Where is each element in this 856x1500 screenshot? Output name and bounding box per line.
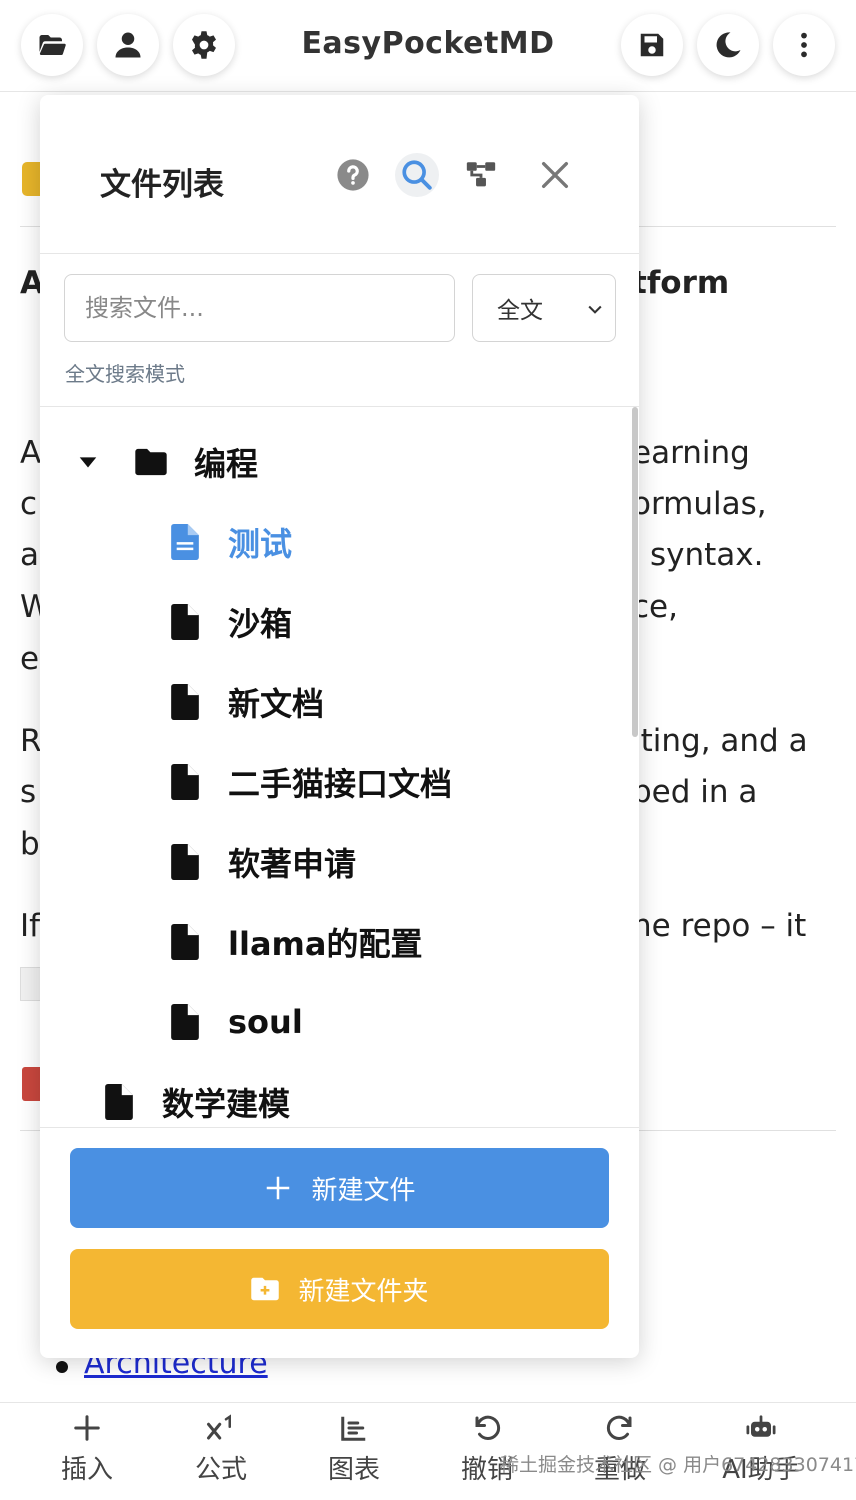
more-vertical-icon [801, 32, 807, 58]
tree-file-ershoumao[interactable]: 二手猫接口文档 [168, 751, 452, 813]
file-icon [168, 842, 202, 882]
formula-icon [207, 1414, 231, 1440]
tree-item-label: soul [228, 1003, 303, 1041]
doc-text: b [20, 826, 40, 862]
file-search-input[interactable] [64, 274, 455, 342]
file-icon [168, 762, 202, 802]
file-icon [168, 522, 202, 562]
doc-text: R [20, 723, 42, 759]
plus-icon [267, 1176, 290, 1200]
doc-text: earning [632, 435, 750, 471]
chart-icon [341, 1416, 366, 1441]
toolbar-label: 插入 [60, 1455, 113, 1485]
help-button[interactable] [331, 153, 375, 197]
new-file-button[interactable]: 新建文件 [70, 1148, 609, 1228]
doc-text: s [20, 774, 37, 810]
tree-file-ruanzhu[interactable]: 软著申请 [168, 831, 356, 893]
search-toggle-button[interactable] [395, 153, 439, 197]
tree-view-button[interactable] [459, 153, 503, 197]
search-icon [402, 160, 432, 190]
tree-icon [466, 162, 496, 187]
gear-icon [192, 31, 216, 59]
doc-text: tform [632, 265, 730, 301]
user-icon [115, 32, 141, 58]
caret-down-icon[interactable] [76, 442, 100, 482]
doc-text: e [20, 641, 40, 677]
app-header: EasyPocketMD [0, 0, 856, 92]
search-mode-value: 全文 [497, 298, 543, 324]
redo-icon [606, 1415, 632, 1440]
tree-item-label: 测试 [228, 525, 293, 563]
formula-button[interactable]: 公式 [166, 1413, 276, 1497]
doc-text: If [20, 908, 41, 944]
folder-plus-icon [251, 1277, 280, 1301]
list-bullet [56, 1361, 68, 1373]
file-icon [168, 682, 202, 722]
folder-icon [134, 442, 168, 482]
settings-button[interactable] [173, 14, 235, 76]
watermark-text: 稀土掘金技术社区 @ 用户674283307417 [500, 1454, 856, 1476]
tree-item-label: 新文档 [228, 685, 325, 723]
file-icon [168, 1002, 202, 1042]
close-icon [541, 161, 569, 189]
file-list-panel: 文件列表 全文 全文搜索模式 编程 测试 沙箱 新文档 [40, 95, 639, 1358]
file-icon [102, 1082, 136, 1122]
doc-text: ped in a [632, 774, 758, 810]
theme-toggle-button[interactable] [697, 14, 759, 76]
tree-scrollbar[interactable] [632, 407, 638, 737]
toolbar-label: 公式 [194, 1455, 247, 1485]
robot-icon [746, 1415, 776, 1437]
divider [40, 253, 639, 254]
doc-text: ne repo – it [632, 908, 807, 944]
new-file-label: 新建文件 [311, 1175, 416, 1206]
help-icon [337, 159, 369, 191]
tree-file-soul[interactable]: soul [168, 991, 303, 1053]
folder-open-icon [39, 35, 66, 55]
tree-file-ceshi[interactable]: 测试 [168, 511, 292, 573]
doc-text: c [20, 486, 38, 522]
moon-icon [716, 32, 741, 58]
user-button[interactable] [97, 14, 159, 76]
doc-text: a [20, 537, 39, 573]
tree-file-shuxuejianmo[interactable]: 数学建模 [102, 1071, 290, 1127]
insert-button[interactable]: 插入 [32, 1413, 142, 1497]
tree-file-llama[interactable]: llama的配置 [168, 911, 422, 973]
save-button[interactable] [621, 14, 683, 76]
file-icon [168, 922, 202, 962]
new-folder-label: 新建文件夹 [298, 1276, 429, 1307]
more-button[interactable] [773, 14, 835, 76]
doc-text: iting, and a [632, 723, 808, 759]
search-mode-select[interactable]: 全文 [472, 274, 616, 342]
undo-icon [475, 1415, 501, 1440]
tree-item-label: 软著申请 [228, 845, 357, 883]
file-icon [168, 602, 202, 642]
tree-item-label: 编程 [194, 445, 259, 483]
tree-item-label: 二手猫接口文档 [228, 765, 453, 803]
new-folder-button[interactable]: 新建文件夹 [70, 1249, 609, 1329]
search-mode-hint: 全文搜索模式 [65, 362, 185, 386]
tree-folder-biancheng[interactable]: 编程 [76, 431, 258, 493]
tree-item-label: llama的配置 [228, 925, 423, 963]
save-icon [640, 33, 664, 57]
tree-item-label: 数学建模 [162, 1085, 291, 1123]
tree-file-xinwendang[interactable]: 新文档 [168, 671, 324, 733]
doc-text: A [20, 435, 42, 471]
tree-file-shaxiang[interactable]: 沙箱 [168, 591, 292, 653]
divider [40, 1127, 639, 1128]
tree-item-label: 沙箱 [228, 605, 293, 643]
file-tree: 编程 测试 沙箱 新文档 二手猫接口文档 软著申请 llama的配置 soul … [40, 407, 639, 1127]
chevron-down-icon [588, 305, 602, 314]
chart-button[interactable]: 图表 [299, 1413, 409, 1497]
doc-text: syntax. [650, 537, 764, 573]
close-panel-button[interactable] [533, 153, 577, 197]
doc-text: ormulas, [632, 486, 767, 522]
panel-title: 文件列表 [100, 167, 224, 203]
toolbar-label: 图表 [327, 1455, 380, 1485]
plus-icon [74, 1415, 100, 1441]
open-folder-button[interactable] [21, 14, 83, 76]
